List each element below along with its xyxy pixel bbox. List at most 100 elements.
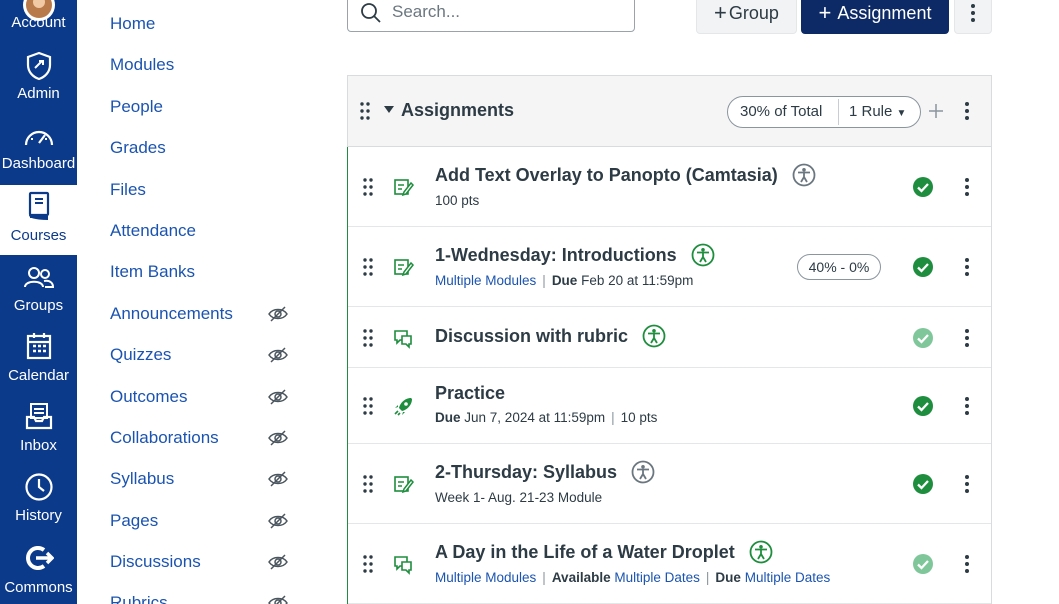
course-nav-discussions[interactable]: Discussions: [110, 552, 201, 572]
course-nav-modules[interactable]: Modules: [110, 55, 174, 75]
search-icon: [361, 3, 381, 23]
row-kebab-icon[interactable]: [965, 555, 969, 573]
assignment-group-header: Assignments 30% of Total 1 Rule ▼: [348, 76, 991, 147]
global-nav-courses[interactable]: Courses: [0, 185, 77, 255]
drag-handle-icon[interactable]: [363, 257, 373, 277]
global-nav-groups[interactable]: Groups: [0, 255, 77, 325]
search-input[interactable]: [392, 0, 622, 25]
assignment-row[interactable]: 2-Thursday: Syllabus Week 1- Aug. 21-23 M…: [348, 444, 991, 524]
add-group-button[interactable]: + Group: [696, 0, 797, 34]
course-nav-item-banks[interactable]: Item Banks: [110, 262, 195, 282]
meta-link[interactable]: Multiple Modules: [435, 273, 536, 288]
drag-handle-icon[interactable]: [363, 328, 373, 348]
assignment-row[interactable]: Discussion with rubric: [348, 307, 991, 368]
course-nav-attendance[interactable]: Attendance: [110, 221, 196, 241]
assignment-group-title[interactable]: Assignments: [401, 100, 514, 121]
row-kebab-icon[interactable]: [965, 397, 969, 415]
settings-kebab-button[interactable]: [954, 0, 992, 34]
search-box: [347, 0, 635, 32]
shield-icon: [26, 51, 51, 81]
assignment-row[interactable]: Add Text Overlay to Panopto (Camtasia) 10…: [348, 147, 991, 227]
course-nav-quizzes[interactable]: Quizzes: [110, 345, 171, 365]
assignment-row[interactable]: A Day in the Life of a Water Droplet Mult…: [348, 524, 991, 604]
caret-down-icon: ▼: [896, 108, 907, 119]
group-weight: 30% of Total: [740, 103, 823, 120]
global-nav-commons[interactable]: Commons: [0, 535, 77, 604]
row-kebab-icon[interactable]: [965, 475, 969, 493]
meta-label: Due: [435, 410, 461, 425]
drag-handle-icon[interactable]: [363, 554, 373, 574]
meta-separator: |: [542, 570, 546, 585]
published-check-icon[interactable]: [912, 553, 934, 575]
assignment-group: Assignments 30% of Total 1 Rule ▼ Add Te…: [347, 75, 992, 604]
add-assignment-label: Assignment: [837, 2, 932, 23]
accessibility-icon: [749, 540, 773, 564]
assignment-row[interactable]: 1-Wednesday: Introductions Multiple Modul…: [348, 227, 991, 307]
global-nav-dashboard[interactable]: Dashboard: [0, 115, 77, 185]
course-nav-people[interactable]: People: [110, 97, 163, 117]
meta-label: Available: [551, 570, 611, 585]
assignment-title[interactable]: Practice: [435, 383, 505, 404]
global-nav-label: Courses: [10, 227, 67, 244]
course-nav-rubrics[interactable]: Rubrics: [110, 593, 168, 604]
group-rules-button[interactable]: 1 Rule ▼: [849, 103, 906, 120]
assignment-title[interactable]: 2-Thursday: Syllabus: [435, 462, 617, 483]
course-nav-outcomes[interactable]: Outcomes: [110, 387, 187, 407]
meta-label: Due: [715, 570, 741, 585]
published-check-icon[interactable]: [912, 176, 934, 198]
published-check-icon[interactable]: [912, 395, 934, 417]
row-kebab-icon[interactable]: [965, 328, 969, 347]
course-nav-pages[interactable]: Pages: [110, 511, 158, 531]
course-nav-announcements[interactable]: Announcements: [110, 304, 233, 324]
meta-label: Due: [551, 273, 578, 288]
meta-link[interactable]: Multiple Dates: [745, 570, 831, 585]
course-nav-collaborations[interactable]: Collaborations: [110, 428, 219, 448]
global-nav-admin[interactable]: Admin: [0, 45, 77, 115]
eye-slash-icon: [268, 389, 288, 405]
assignment-title[interactable]: A Day in the Life of a Water Droplet: [435, 542, 735, 563]
published-check-icon[interactable]: [912, 327, 934, 349]
global-nav-inbox[interactable]: Inbox: [0, 395, 77, 465]
row-kebab-icon[interactable]: [965, 178, 969, 196]
course-nav-grades[interactable]: Grades: [110, 138, 166, 158]
meta-text: Feb 20 at 11:59pm: [581, 273, 694, 288]
drag-handle-icon[interactable]: [363, 396, 373, 416]
global-nav-label: Dashboard: [1, 155, 76, 172]
global-nav-label: Account: [11, 14, 66, 31]
global-nav-label: Calendar: [8, 367, 69, 384]
assignment-title[interactable]: Add Text Overlay to Panopto (Camtasia): [435, 165, 778, 186]
assignment-title[interactable]: Discussion with rubric: [435, 326, 628, 347]
published-check-icon[interactable]: [912, 256, 934, 278]
kebab-icon: [971, 4, 975, 22]
group-kebab-icon[interactable]: [965, 102, 969, 120]
eye-slash-icon: [268, 430, 288, 446]
drag-handle-icon[interactable]: [363, 474, 373, 494]
meta-link[interactable]: Multiple Modules: [435, 570, 536, 585]
assignment-row[interactable]: Practice Due Jun 7, 2024 at 11:59pm | 10 pt…: [348, 368, 991, 444]
accessibility-icon: [631, 460, 655, 484]
meta-link[interactable]: Multiple Dates: [614, 570, 700, 585]
global-nav-account[interactable]: Account: [0, 0, 77, 34]
eye-slash-icon: [268, 306, 288, 322]
global-nav-history[interactable]: History: [0, 465, 77, 535]
dashboard-gauge-icon: [24, 130, 53, 146]
assignment-meta: 100 pts: [435, 193, 479, 208]
published-check-icon[interactable]: [912, 473, 934, 495]
eye-slash-icon: [268, 347, 288, 363]
caret-down-icon[interactable]: [384, 106, 394, 114]
add-item-plus-icon[interactable]: [928, 103, 944, 119]
course-nav-files[interactable]: Files: [110, 180, 146, 200]
add-assignment-button[interactable]: + Assignment: [801, 0, 949, 34]
global-nav-calendar[interactable]: Calendar: [0, 325, 77, 395]
assignment-icon: [394, 259, 414, 277]
course-nav-syllabus[interactable]: Syllabus: [110, 469, 174, 489]
row-kebab-icon[interactable]: [965, 258, 969, 276]
assignment-title[interactable]: 1-Wednesday: Introductions: [435, 245, 677, 266]
course-nav-home[interactable]: Home: [110, 14, 155, 34]
assignment-meta: Multiple Modules | Due Feb 20 at 11:59pm: [435, 273, 693, 288]
drag-handle-icon[interactable]: [360, 101, 370, 121]
drag-handle-icon[interactable]: [363, 177, 373, 197]
global-nav-label: Admin: [17, 85, 60, 102]
plus-icon: +: [714, 0, 727, 25]
discussion-icon: [394, 556, 412, 575]
